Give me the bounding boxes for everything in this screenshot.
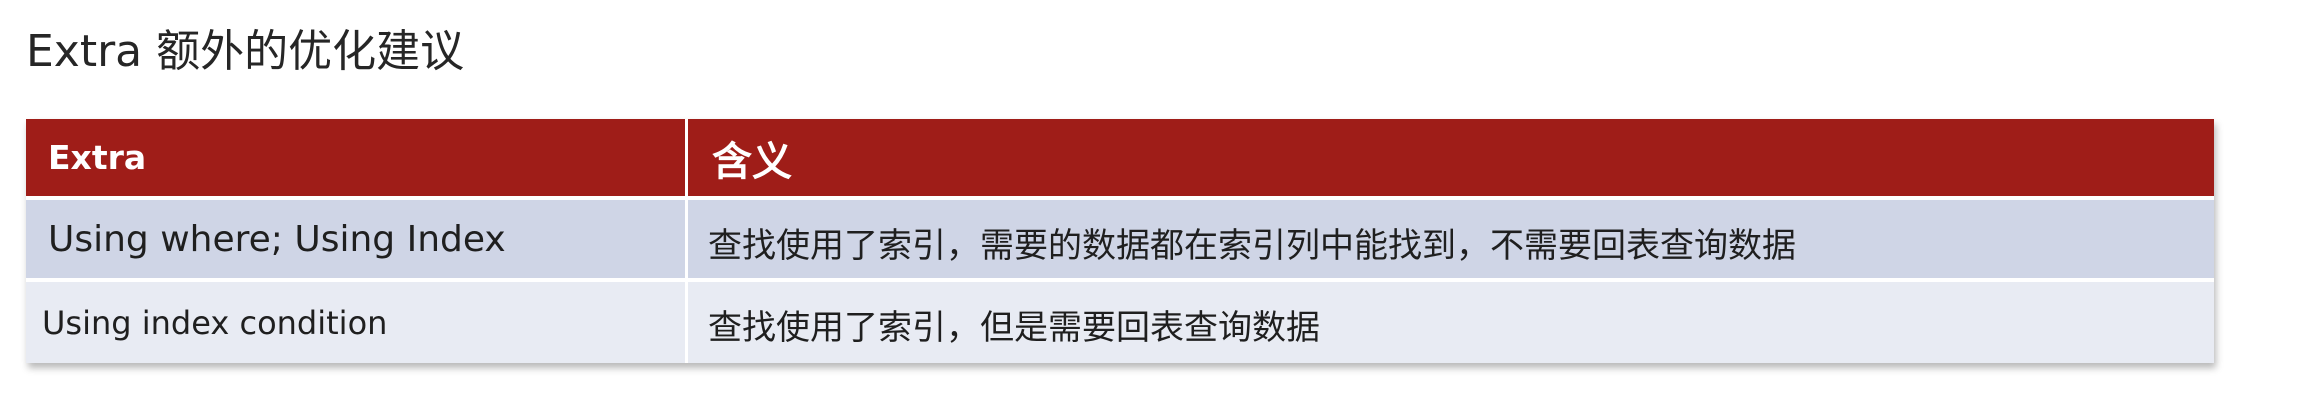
table-row-2-meaning: 查找使用了索引，但是需要回表查询数据	[688, 278, 2214, 363]
table-row-1-meaning: 查找使用了索引，需要的数据都在索引列中能找到，不需要回表查询数据	[688, 196, 2214, 278]
column-header-meaning: 含义	[688, 119, 2214, 196]
extra-table: Extra 含义 Using where; Using Index 查找使用了索…	[26, 119, 2214, 363]
table-grid: Extra 含义 Using where; Using Index 查找使用了索…	[26, 119, 2214, 363]
table-row-1-extra: Using where; Using Index	[26, 196, 688, 278]
column-header-extra: Extra	[26, 119, 688, 196]
slide-title: Extra 额外的优化建议	[26, 26, 465, 77]
table-row-2-extra: Using index condition	[26, 278, 688, 363]
